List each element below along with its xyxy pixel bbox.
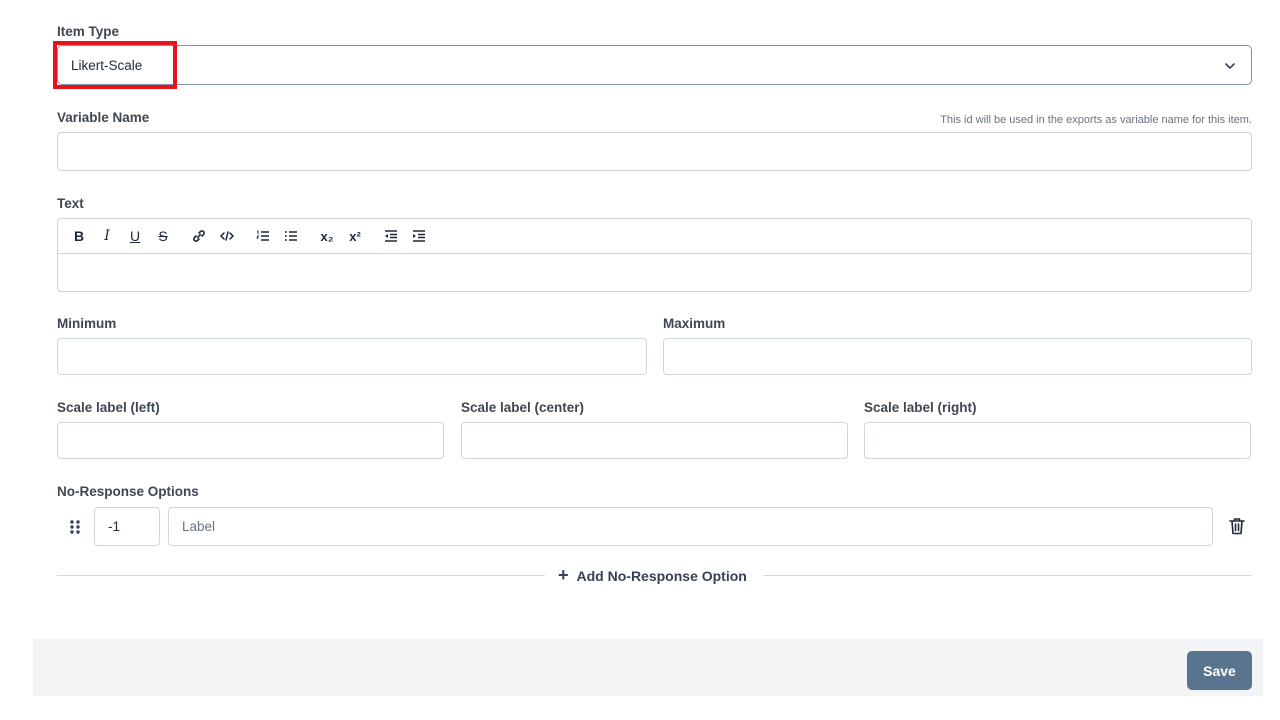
scale-label-left-label: Scale label (left)	[57, 400, 160, 415]
chevron-down-icon	[1225, 63, 1235, 69]
item-type-select[interactable]: Likert-Scale	[57, 45, 1252, 85]
no-response-value: -1	[108, 519, 121, 534]
strike-button[interactable]: S	[152, 226, 174, 246]
item-type-value: Likert-Scale	[71, 58, 143, 73]
scale-label-right-label: Scale label (right)	[864, 400, 977, 415]
no-response-value-input[interactable]: -1	[94, 507, 160, 546]
divider	[763, 575, 1252, 576]
add-no-response-label: Add No-Response Option	[576, 568, 747, 584]
item-type-label: Item Type	[57, 24, 120, 39]
minimum-input[interactable]	[57, 338, 647, 375]
drag-handle-icon[interactable]	[68, 518, 82, 536]
minimum-label: Minimum	[57, 316, 117, 331]
italic-button[interactable]: I	[96, 226, 118, 246]
subscript-button[interactable]: x₂	[316, 226, 338, 246]
code-icon[interactable]	[216, 226, 238, 246]
link-icon[interactable]	[188, 226, 210, 246]
indent-icon[interactable]	[408, 226, 430, 246]
editor-toolbar: B I U S x₂ x²	[58, 219, 1251, 254]
maximum-label: Maximum	[663, 316, 726, 331]
scale-label-right-input[interactable]	[864, 422, 1251, 459]
no-response-label: No-Response Options	[57, 484, 199, 499]
maximum-input[interactable]	[663, 338, 1252, 375]
ordered-list-icon[interactable]	[252, 226, 274, 246]
add-no-response-button[interactable]: + Add No-Response Option	[558, 564, 747, 586]
underline-button[interactable]: U	[124, 226, 146, 246]
bullet-list-icon[interactable]	[280, 226, 302, 246]
no-response-label-input[interactable]: Label	[168, 507, 1213, 546]
no-response-label-placeholder: Label	[182, 519, 216, 534]
variable-name-label: Variable Name	[57, 110, 150, 125]
plus-icon: +	[558, 564, 569, 585]
text-editor: B I U S x₂ x²	[57, 218, 1252, 292]
save-button[interactable]: Save	[1187, 651, 1252, 690]
divider	[57, 575, 545, 576]
trash-icon[interactable]	[1228, 516, 1246, 536]
variable-name-hint: This id will be used in the exports as v…	[940, 114, 1252, 126]
text-label: Text	[57, 196, 84, 211]
variable-name-input[interactable]	[57, 132, 1252, 171]
outdent-icon[interactable]	[380, 226, 402, 246]
text-editor-content[interactable]	[58, 254, 1251, 292]
superscript-button[interactable]: x²	[344, 226, 366, 246]
scale-label-center-label: Scale label (center)	[461, 400, 585, 415]
form-footer	[33, 639, 1263, 696]
bold-button[interactable]: B	[68, 226, 90, 246]
scale-label-left-input[interactable]	[57, 422, 444, 459]
scale-label-center-input[interactable]	[461, 422, 848, 459]
